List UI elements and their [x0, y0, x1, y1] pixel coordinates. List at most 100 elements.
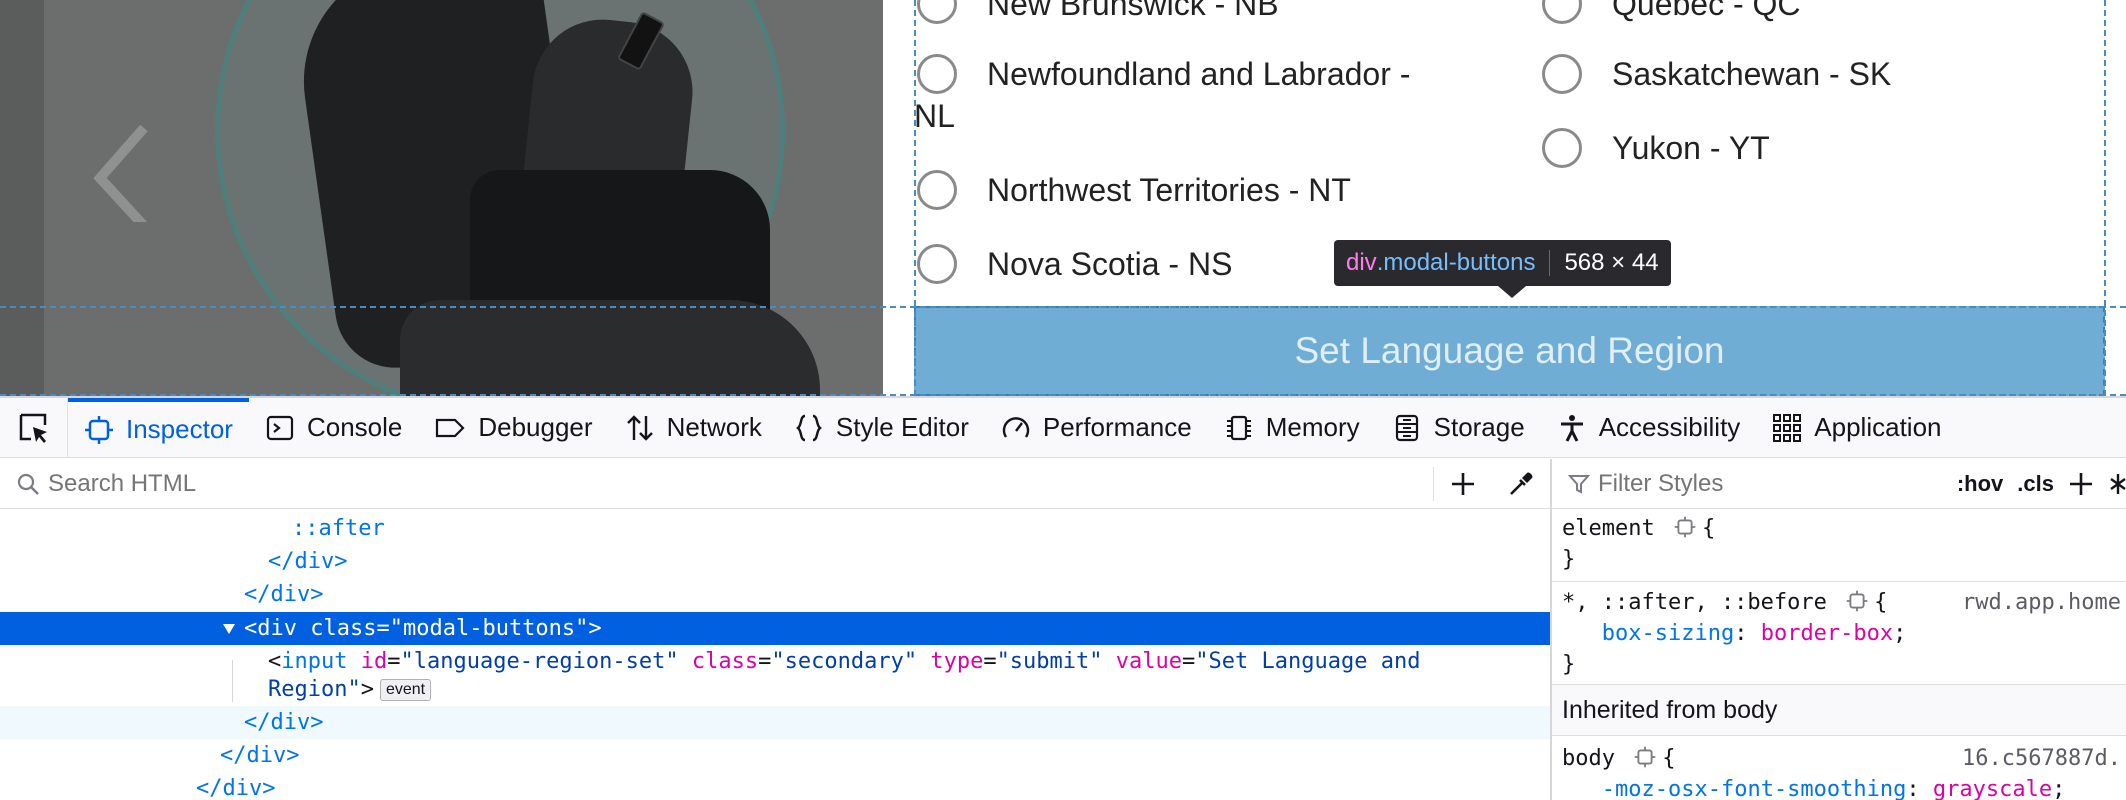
- node-highlight-icon[interactable]: [1846, 590, 1868, 612]
- radio-label: New Brunswick - NB: [987, 0, 1279, 22]
- tree-node-close-div[interactable]: </div>: [0, 578, 1550, 611]
- radio-circle-icon[interactable]: [1542, 54, 1582, 94]
- storage-icon: [1395, 414, 1418, 441]
- tab-label: Memory: [1265, 412, 1360, 442]
- infobar-class: .modal-buttons: [1376, 249, 1536, 276]
- tab-label: Network: [666, 412, 762, 442]
- tab-label: Style Editor: [835, 412, 969, 442]
- infobar-separator: [1549, 250, 1551, 276]
- tree-node-input-continued[interactable]: Region"> event: [0, 673, 1550, 706]
- event-badge[interactable]: event: [379, 679, 432, 701]
- tag-name: input: [281, 649, 348, 674]
- rule-selector: *, ::after, ::before: [1562, 590, 1827, 615]
- tab-performance[interactable]: Performance: [985, 398, 1208, 458]
- radio-option-nl[interactable]: Newfoundland and Labrador -: [917, 54, 1410, 94]
- infobar-arrow: [1498, 286, 1526, 298]
- closing-tag: </div>: [244, 710, 324, 735]
- node-highlight-icon[interactable]: [1674, 516, 1696, 538]
- eyedropper-icon: [1510, 472, 1533, 495]
- tab-label: Application: [1814, 412, 1942, 442]
- tab-debugger[interactable]: Debugger: [418, 398, 608, 458]
- radio-option-sk[interactable]: Saskatchewan - SK: [1542, 54, 1891, 94]
- element-picker-icon: [19, 413, 47, 443]
- rule-separator: [1552, 581, 2126, 582]
- filter-styles-input[interactable]: [1598, 469, 1957, 498]
- hero-background: [0, 0, 44, 396]
- radio-circle-icon[interactable]: [1542, 0, 1582, 24]
- css-value[interactable]: grayscale: [1933, 777, 2052, 800]
- tab-memory[interactable]: Memory: [1208, 398, 1376, 458]
- tab-console[interactable]: Console: [249, 398, 418, 458]
- rules-view: :hov .cls element {} *, ::after, ::befor…: [1550, 459, 2126, 800]
- attr-value: "language-region-set": [400, 649, 679, 674]
- radio-circle-icon[interactable]: [917, 0, 957, 24]
- tree-node-close-div[interactable]: </div>: [0, 706, 1550, 739]
- tag-name: div: [257, 616, 297, 641]
- print-simulation-icon[interactable]: [2108, 471, 2126, 497]
- debugger-icon: [436, 418, 465, 437]
- tab-inspector[interactable]: Inspector: [68, 397, 249, 458]
- radio-label-continued: NL: [914, 98, 955, 134]
- attr-name: id: [360, 649, 388, 674]
- radio-circle-icon[interactable]: [1542, 128, 1582, 168]
- application-icon: [1773, 413, 1802, 442]
- attr-name: class: [691, 649, 759, 674]
- node-highlight-icon[interactable]: [1634, 746, 1656, 768]
- expand-arrow-icon[interactable]: [222, 623, 236, 635]
- devtools-panel: Inspector Console Debugger Network Style…: [0, 396, 2126, 800]
- memory-icon: [1226, 415, 1251, 440]
- highlighter-guide-right: [2104, 0, 2106, 396]
- closing-tag: </div>: [268, 549, 348, 574]
- tab-storage[interactable]: Storage: [1376, 398, 1541, 458]
- add-node-button[interactable]: [1434, 459, 1492, 509]
- attr-name: value: [1115, 649, 1183, 674]
- element-picker-button[interactable]: [0, 397, 68, 458]
- web-page-viewport: New Brunswick - NB Newfoundland and Labr…: [0, 0, 2126, 396]
- tab-style-editor[interactable]: Style Editor: [778, 398, 985, 458]
- tab-application[interactable]: Application: [1756, 398, 1957, 458]
- tab-label: Debugger: [478, 412, 593, 442]
- tree-node-close-div[interactable]: </div>: [0, 545, 1550, 578]
- radio-circle-icon[interactable]: [917, 54, 957, 94]
- carousel-prev-arrow-icon[interactable]: [84, 122, 164, 222]
- tree-node-close-div[interactable]: </div>: [0, 772, 1550, 800]
- search-html-input[interactable]: [48, 469, 1433, 498]
- radio-label-wrap: NL: [914, 96, 955, 136]
- radio-circle-icon[interactable]: [917, 170, 957, 210]
- tab-accessibility[interactable]: Accessibility: [1541, 398, 1757, 458]
- universal-rule: *, ::after, ::before { rwd.app.home box-…: [1562, 587, 2126, 680]
- css-value[interactable]: border-box: [1761, 621, 1893, 646]
- tab-network[interactable]: Network: [609, 398, 778, 458]
- tab-label: Performance: [1042, 412, 1192, 442]
- radio-option-nt[interactable]: Northwest Territories - NT: [917, 170, 1351, 210]
- filter-icon: [1568, 474, 1590, 494]
- inherited-header: Inherited from body: [1552, 684, 2126, 736]
- color-picker-button[interactable]: [1492, 459, 1550, 509]
- html-search-bar: [0, 459, 1550, 509]
- network-icon: [626, 414, 653, 441]
- radio-option-ns[interactable]: Nova Scotia - NS: [917, 244, 1232, 284]
- css-property[interactable]: box-sizing: [1602, 621, 1734, 646]
- plus-icon: [1452, 472, 1474, 495]
- tree-node-close-div[interactable]: </div>: [0, 739, 1550, 772]
- rule-selector: element: [1562, 516, 1655, 541]
- radio-circle-icon[interactable]: [917, 244, 957, 284]
- body-rule: body { 16.c567887d. -moz-osx-font-smooth…: [1562, 743, 2126, 800]
- rule-source-link[interactable]: rwd.app.home: [1962, 587, 2121, 618]
- cls-toggle-button[interactable]: .cls: [2017, 471, 2054, 497]
- infobar-dimensions: 568 × 44: [1564, 249, 1659, 276]
- highlighter-infobar: div .modal-buttons 568 × 44: [1334, 240, 1671, 298]
- radio-option-nb[interactable]: New Brunswick - NB: [917, 0, 1279, 24]
- add-rule-icon[interactable]: [2068, 471, 2094, 497]
- tree-node-pseudo-after[interactable]: ::after: [0, 512, 1550, 545]
- radio-option-qc[interactable]: Quebec - QC: [1542, 0, 1801, 24]
- css-property[interactable]: -moz-osx-font-smoothing: [1602, 777, 1907, 800]
- set-language-region-button[interactable]: Set Language and Region: [914, 306, 2105, 396]
- tree-node-modal-buttons-selected[interactable]: <div class="modal-buttons">: [0, 612, 1550, 645]
- hov-toggle-button[interactable]: :hov: [1957, 471, 2003, 497]
- markup-view: ::after </div> </div> <div class="modal-…: [0, 459, 1550, 800]
- radio-label: Nova Scotia - NS: [987, 246, 1233, 282]
- element-rule: element {}: [1562, 516, 1716, 572]
- rule-source-link[interactable]: 16.c567887d.: [1962, 743, 2121, 774]
- radio-option-yt[interactable]: Yukon - YT: [1542, 128, 1770, 168]
